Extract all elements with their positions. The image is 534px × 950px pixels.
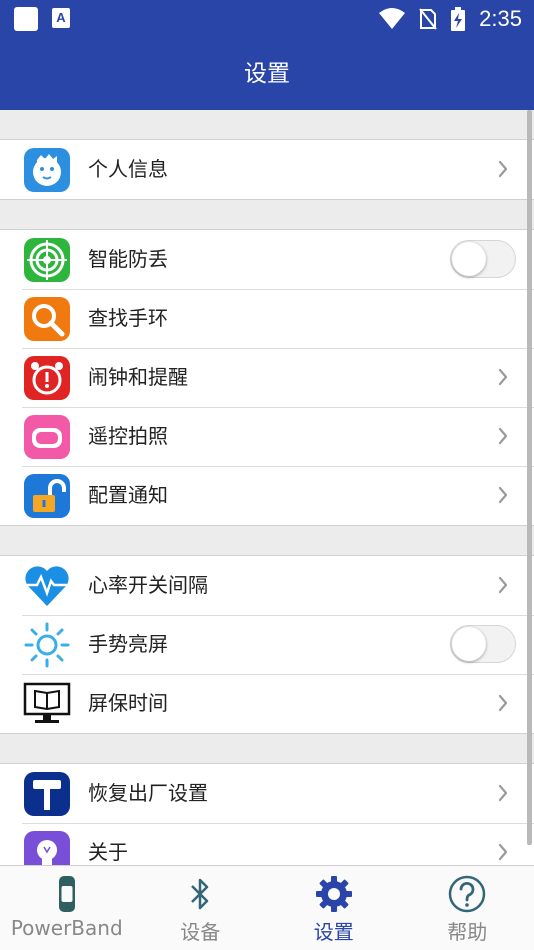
tab-band[interactable]: PowerBand — [0, 866, 134, 950]
settings-row[interactable]: 配置通知 — [0, 466, 534, 525]
hammer-icon — [23, 771, 71, 817]
settings-list[interactable]: 个人信息智能防丢查找手环闹钟和提醒遥控拍照配置通知心率开关间隔手势亮屏屏保时间恢… — [0, 110, 534, 865]
tab-help[interactable]: 帮助 — [401, 866, 534, 950]
settings-row-label: 个人信息 — [88, 140, 168, 199]
settings-row[interactable]: 查找手环 — [0, 289, 534, 348]
settings-row[interactable]: 个人信息 — [0, 140, 534, 199]
toggle-knob — [452, 627, 486, 661]
settings-row-label: 配置通知 — [88, 466, 168, 525]
settings-group: 个人信息 — [0, 140, 534, 200]
settings-row[interactable]: 心率开关间隔 — [0, 556, 534, 615]
settings-row-label: 恢复出厂设置 — [88, 764, 208, 823]
bottom-tab-bar: PowerBand设备设置帮助 — [0, 865, 534, 950]
settings-row[interactable]: 屏保时间 — [0, 674, 534, 733]
settings-row-label: 心率开关间隔 — [88, 556, 208, 615]
settings-row-label: 屏保时间 — [88, 674, 168, 733]
chevron-right-icon — [498, 576, 508, 594]
lightbulb-icon — [23, 830, 71, 865]
settings-row-label: 智能防丢 — [88, 230, 168, 289]
keyboard-a-icon: A — [52, 8, 70, 28]
group-spacer — [0, 200, 534, 230]
settings-row[interactable]: 恢复出厂设置 — [0, 764, 534, 823]
chevron-right-icon — [498, 784, 508, 802]
profile-avatar-icon — [23, 147, 71, 193]
tab-bluetooth[interactable]: 设备 — [134, 866, 268, 950]
settings-row[interactable]: 遥控拍照 — [0, 407, 534, 466]
toggle-switch[interactable] — [450, 625, 516, 663]
tab-label: 设备 — [134, 916, 268, 945]
magnifier-icon — [23, 296, 71, 342]
chevron-right-icon — [498, 694, 508, 712]
settings-row[interactable]: 智能防丢 — [0, 230, 534, 289]
target-icon — [23, 237, 71, 283]
settings-row-label: 遥控拍照 — [88, 407, 168, 466]
settings-row[interactable]: 手势亮屏 — [0, 615, 534, 674]
sun-icon — [23, 622, 71, 668]
toggle-knob — [452, 242, 486, 276]
chevron-right-icon — [498, 427, 508, 445]
chevron-right-icon — [498, 368, 508, 386]
unlock-icon — [23, 473, 71, 519]
monitor-book-icon — [23, 681, 71, 727]
heart-rate-icon — [23, 563, 71, 609]
toggle-switch[interactable] — [450, 240, 516, 278]
band-icon — [47, 874, 87, 914]
tab-label: PowerBand — [0, 916, 134, 940]
help-icon — [447, 874, 487, 914]
notification-square-icon — [14, 7, 38, 31]
settings-row[interactable]: 关于 — [0, 823, 534, 865]
chevron-right-icon — [498, 160, 508, 178]
settings-row-label: 查找手环 — [88, 289, 168, 348]
alarm-clock-icon — [23, 355, 71, 401]
settings-row-label: 手势亮屏 — [88, 615, 168, 674]
tab-gear[interactable]: 设置 — [267, 866, 401, 950]
chevron-right-icon — [498, 843, 508, 861]
bluetooth-icon — [180, 874, 220, 914]
settings-row-label: 关于 — [88, 823, 128, 865]
tab-label: 帮助 — [401, 916, 534, 945]
group-spacer — [0, 526, 534, 556]
wifi-icon — [379, 8, 405, 30]
tab-label: 设置 — [267, 916, 401, 945]
group-spacer — [0, 110, 534, 140]
settings-group: 心率开关间隔手势亮屏屏保时间 — [0, 556, 534, 734]
settings-group: 恢复出厂设置关于 — [0, 764, 534, 865]
status-bar: A 2:35 — [0, 0, 534, 38]
camera-remote-icon — [23, 414, 71, 460]
scrollbar[interactable] — [527, 110, 532, 845]
page-title: 设置 — [0, 38, 534, 110]
no-sim-icon — [419, 8, 437, 30]
chevron-right-icon — [498, 486, 508, 504]
group-spacer — [0, 734, 534, 764]
clock: 2:35 — [479, 6, 522, 32]
battery-charging-icon — [451, 7, 465, 31]
gear-icon — [314, 874, 354, 914]
settings-row[interactable]: 闹钟和提醒 — [0, 348, 534, 407]
settings-group: 智能防丢查找手环闹钟和提醒遥控拍照配置通知 — [0, 230, 534, 526]
settings-row-label: 闹钟和提醒 — [88, 348, 188, 407]
